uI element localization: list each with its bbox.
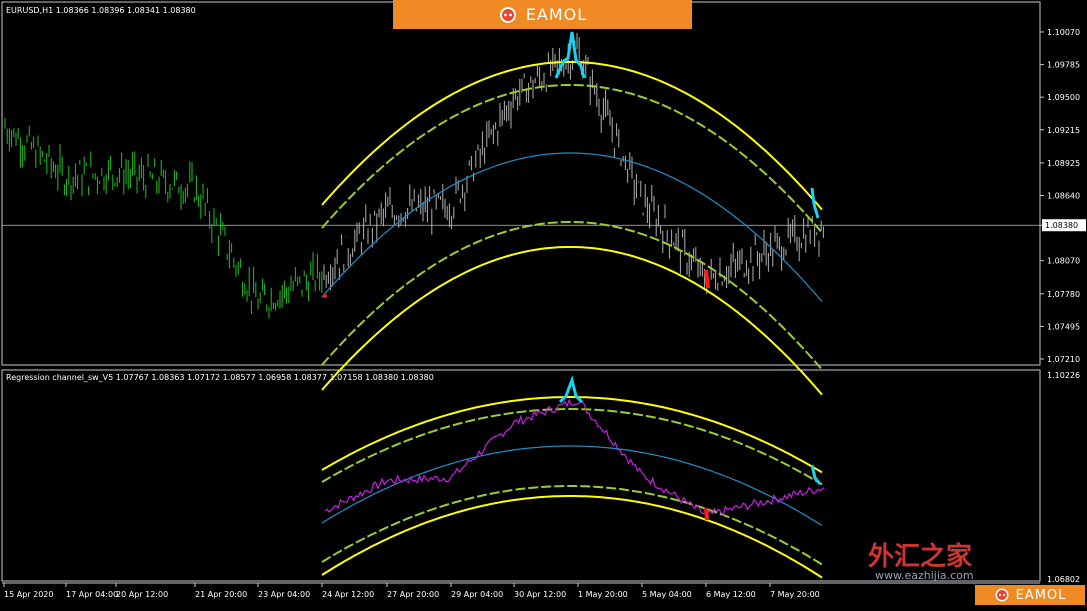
y-tick-label: 1.08640 <box>1047 192 1080 201</box>
x-tick-label: 15 Apr 2020 <box>4 590 53 599</box>
y-tick-label: 1.07210 <box>1047 355 1080 364</box>
brand-banner: EAMOL <box>393 0 692 29</box>
robot-face-icon <box>995 588 1009 602</box>
watermark-logo: 外汇之家 <box>868 542 973 572</box>
sub-signal-down <box>704 507 709 521</box>
sub-panel-header: Regression channel_sw_V5 1.07767 1.08363… <box>6 373 434 382</box>
sub-y-tick-label: 1.10226 <box>1047 371 1080 380</box>
x-tick-label: 1 May 20:00 <box>578 590 628 599</box>
main-upper-outer-band <box>321 61 823 211</box>
main-regression-line <box>321 152 823 303</box>
y-tick-label: 1.07495 <box>1047 322 1080 331</box>
main-upper-inner-band <box>321 84 823 234</box>
price-bars <box>4 33 824 319</box>
main-lower-inner-band <box>321 221 823 371</box>
robot-face-icon <box>499 6 516 23</box>
x-tick-label: 7 May 20:00 <box>770 590 820 599</box>
current-price-label: 1.08380 <box>1045 221 1078 230</box>
x-tick-label: 29 Apr 04:00 <box>451 590 503 599</box>
main-panel-header: EURUSD,H1 1.08366 1.08396 1.08341 1.0838… <box>6 6 196 15</box>
y-tick-label: 1.10070 <box>1047 28 1080 37</box>
y-tick-label: 1.09500 <box>1047 93 1080 102</box>
chart-window[interactable]: 1.10070 1.09785 1.09500 1.09215 1.08925 1.086… <box>0 0 1087 607</box>
indicator-series-line <box>324 398 825 517</box>
x-tick-label: 6 May 12:00 <box>706 590 756 599</box>
watermark-url: www.eazhijia.com <box>875 569 974 582</box>
y-tick-label: 1.07780 <box>1047 290 1080 299</box>
indicator-line <box>324 398 825 517</box>
x-tick-label: 27 Apr 20:00 <box>387 590 439 599</box>
main-signal-dot <box>323 294 327 298</box>
x-tick-label: 5 May 04:00 <box>642 590 692 599</box>
main-signal-down <box>704 269 710 289</box>
main-panel-frame <box>1 1 1041 366</box>
y-tick-label: 1.09215 <box>1047 126 1080 135</box>
y-tick-label: 1.09785 <box>1047 61 1080 70</box>
x-tick-label: 23 Apr 04:00 <box>258 590 310 599</box>
brand-logo-small: EAMOL <box>975 585 1085 605</box>
sub-upper-inner-band <box>321 408 823 486</box>
x-tick-label: 21 Apr 20:00 <box>195 590 247 599</box>
sub-y-tick-label: 1.06802 <box>1047 575 1080 584</box>
y-tick-label: 1.08070 <box>1047 257 1080 266</box>
brand-name: EAMOL <box>525 5 588 24</box>
x-tick-label: 30 Apr 12:00 <box>514 590 566 599</box>
price-chart-svg[interactable]: 1.10070 1.09785 1.09500 1.09215 1.08925 1.086… <box>0 0 1087 607</box>
x-tick-label: 17 Apr 04:00 <box>66 590 118 599</box>
sub-signal-top <box>558 374 584 404</box>
x-tick-label: 24 Apr 12:00 <box>322 590 374 599</box>
x-tick-label: 20 Apr 12:00 <box>116 590 168 599</box>
y-tick-label: 1.08925 <box>1047 159 1080 168</box>
brand-name-small: EAMOL <box>1015 587 1067 603</box>
sub-lower-inner-band <box>321 485 823 566</box>
